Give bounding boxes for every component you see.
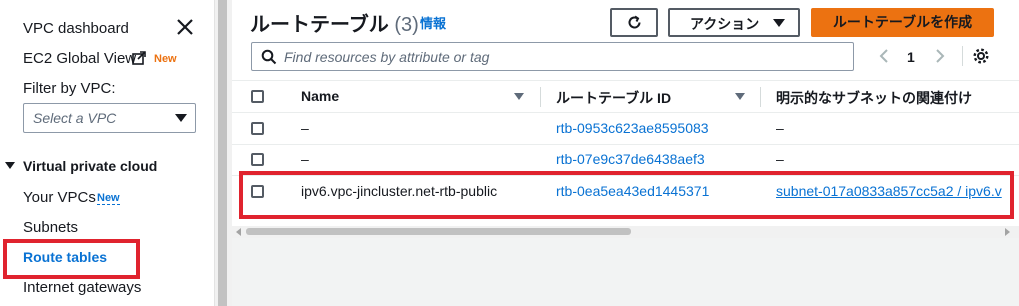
actions-label: アクション <box>690 16 760 32</box>
sort-caret-icon[interactable] <box>735 93 745 100</box>
sidebar-item-ec2-global-view[interactable]: EC2 Global View <box>23 50 136 67</box>
sidebar-scrollbar-thumb[interactable] <box>218 0 227 306</box>
highlight-box <box>3 239 140 279</box>
pager-divider <box>962 46 963 66</box>
column-header-name[interactable]: Name <box>301 88 339 104</box>
vpc-filter-placeholder: Select a VPC <box>33 110 117 126</box>
column-header-route-table-id[interactable]: ルートテーブル ID <box>556 88 671 108</box>
sidebar-item-vpc-dashboard[interactable]: VPC dashboard <box>23 20 129 37</box>
table-cell-route-table-id[interactable]: rtb-07e9c37de6438aef3 <box>556 151 705 167</box>
table-cell-subnet: – <box>776 120 784 136</box>
refresh-button[interactable] <box>610 8 658 37</box>
sidebar-item-label: EC2 Global View <box>23 50 137 67</box>
scroll-left-icon[interactable] <box>235 228 242 236</box>
caret-down-icon <box>175 114 187 122</box>
sidebar-item-label: Your VPCs <box>23 189 96 206</box>
new-badge: New <box>97 192 120 205</box>
row-divider <box>232 144 1019 145</box>
table-cell-subnet: – <box>776 151 784 167</box>
select-all-checkbox[interactable] <box>251 90 264 103</box>
horizontal-scrollbar-thumb[interactable] <box>246 228 631 235</box>
scroll-right-icon[interactable] <box>1004 228 1011 236</box>
row-checkbox[interactable] <box>251 153 264 166</box>
filter-by-vpc-label: Filter by VPC: <box>23 80 116 97</box>
section-virtual-private-cloud[interactable]: Virtual private cloud <box>23 158 157 174</box>
refresh-icon <box>628 15 641 29</box>
table-cell-route-table-id[interactable]: rtb-0953c623ae8595083 <box>556 120 709 136</box>
header-divider <box>232 112 1019 113</box>
search-input[interactable]: Find resources by attribute or tag <box>251 42 854 71</box>
close-icon[interactable] <box>175 17 195 37</box>
sidebar-item-subnets[interactable]: Subnets <box>23 219 78 236</box>
external-link-icon <box>132 51 146 65</box>
page-title: ルートテーブル (3) <box>250 8 419 37</box>
row-checkbox[interactable] <box>251 122 264 135</box>
item-count: (3) <box>394 14 419 36</box>
chevron-right-icon[interactable] <box>934 48 946 64</box>
sidebar-item-your-vpcs[interactable]: Your VPCs <box>23 189 96 206</box>
sidebar-item-internet-gateways[interactable]: Internet gateways <box>23 279 141 296</box>
vpc-filter-select[interactable]: Select a VPC <box>23 103 196 133</box>
table-cell-name: – <box>301 151 309 167</box>
new-badge: New <box>154 53 177 65</box>
search-placeholder: Find resources by attribute or tag <box>284 49 490 65</box>
sort-caret-icon[interactable] <box>514 93 524 100</box>
page-title-text: ルートテーブル <box>250 14 389 36</box>
current-page[interactable]: 1 <box>907 49 915 65</box>
caret-down-icon[interactable] <box>5 162 15 169</box>
highlight-box <box>239 171 1014 219</box>
gear-icon[interactable] <box>972 47 990 65</box>
table-top-divider <box>232 80 1019 81</box>
caret-down-icon <box>773 19 785 27</box>
column-divider[interactable] <box>760 87 761 107</box>
table-cell-name: – <box>301 120 309 136</box>
search-icon <box>261 49 277 65</box>
actions-dropdown-button[interactable]: アクション <box>668 8 800 37</box>
column-divider[interactable] <box>540 87 541 107</box>
create-route-table-button[interactable]: ルートテーブルを作成 <box>811 8 994 37</box>
column-header-explicit-subnet[interactable]: 明示的なサブネットの関連付け <box>776 88 972 108</box>
chevron-left-icon[interactable] <box>878 48 890 64</box>
info-link[interactable]: 情報 <box>420 13 446 32</box>
